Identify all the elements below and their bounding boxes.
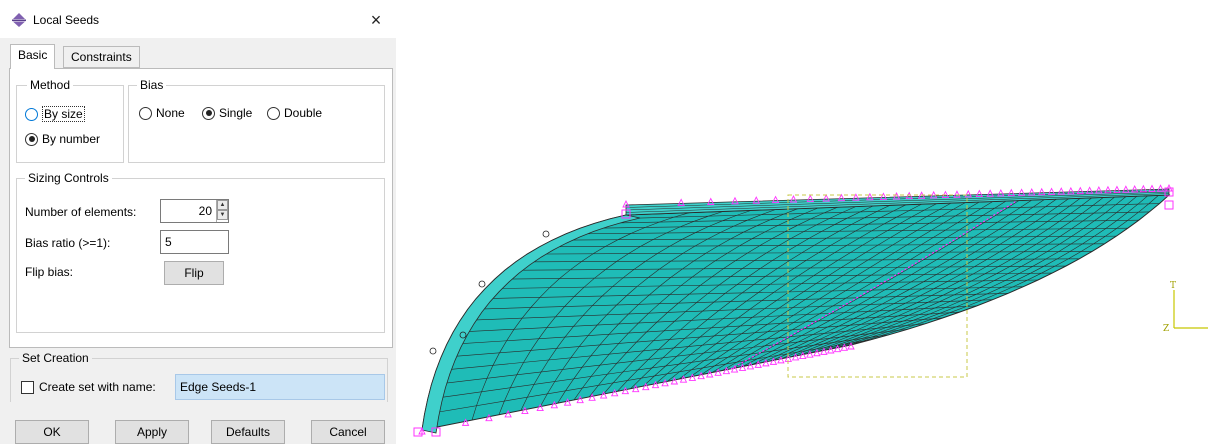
spin-up-icon[interactable]: ▲ <box>217 200 228 210</box>
radio-label: By number <box>42 132 101 146</box>
radio-circle <box>25 107 38 121</box>
sizing-controls-group: Sizing Controls Number of elements: 20 ▲… <box>16 171 385 333</box>
num-elements-spinner[interactable]: ▲ ▼ <box>216 200 228 222</box>
radio-by-size[interactable]: By size <box>25 106 85 122</box>
radio-label: Double <box>284 106 323 120</box>
method-group: Method By size By number <box>16 78 124 163</box>
seed-circle <box>542 230 550 238</box>
sizing-legend: Sizing Controls <box>25 171 112 185</box>
close-icon[interactable]: × <box>362 9 390 31</box>
cancel-button[interactable]: Cancel <box>311 420 385 444</box>
view-triad: T Z <box>1163 281 1208 334</box>
triad-label-horizontal: Z <box>1163 324 1169 334</box>
triad-label-vertical: T <box>1170 281 1176 291</box>
radio-bias-single[interactable]: Single <box>202 106 252 120</box>
create-set-label: Create set with name: <box>39 380 156 394</box>
bias-legend: Bias <box>137 78 167 92</box>
radio-label: By size <box>42 106 85 122</box>
basic-tab-panel: Method By size By number Bias None Singl… <box>9 68 393 348</box>
seed-end-square <box>1164 200 1174 210</box>
ok-button[interactable]: OK <box>15 420 89 444</box>
tab-constraints[interactable]: Constraints <box>63 46 140 68</box>
mesh-outer-surface <box>421 194 1171 431</box>
num-elements-label: Number of elements: <box>25 205 137 219</box>
radio-circle <box>25 132 38 146</box>
window-title: Local Seeds <box>33 13 100 27</box>
set-creation-legend: Set Creation <box>19 351 92 365</box>
seed-circle <box>478 280 486 288</box>
title-bar[interactable]: Local Seeds × <box>0 0 396 38</box>
flip-bias-label: Flip bias: <box>25 265 74 279</box>
method-legend: Method <box>27 78 74 92</box>
mesh-model: T Z <box>413 183 1208 437</box>
apply-button[interactable]: Apply <box>115 420 189 444</box>
radio-circle <box>139 106 152 120</box>
create-set-checkbox[interactable] <box>21 381 34 394</box>
seed-circle <box>429 347 437 355</box>
shell-surface <box>421 194 1171 431</box>
local-seeds-dialog: Local Seeds × Basic Constraints Method B… <box>0 0 396 444</box>
radio-circle <box>202 106 215 120</box>
radio-label: None <box>156 106 185 120</box>
abaqus-seed-icon <box>12 13 26 27</box>
bias-ratio-input[interactable]: 5 <box>160 230 229 254</box>
seed-end-square <box>413 427 423 437</box>
bias-group: Bias None Single Double <box>128 78 385 163</box>
radio-label: Single <box>219 106 253 120</box>
set-creation-group: Set Creation Create set with name: Edge … <box>10 351 388 402</box>
bias-ratio-label: Bias ratio (>=1): <box>25 236 111 250</box>
set-name-input[interactable]: Edge Seeds-1 <box>175 374 385 400</box>
radio-by-number[interactable]: By number <box>25 132 100 146</box>
viewport[interactable]: T Z <box>396 0 1209 444</box>
tab-basic[interactable]: Basic <box>10 44 56 69</box>
spin-down-icon[interactable]: ▼ <box>217 210 228 220</box>
radio-bias-none[interactable]: None <box>139 106 185 120</box>
defaults-button[interactable]: Defaults <box>211 420 285 444</box>
flip-button[interactable]: Flip <box>164 261 224 285</box>
radio-bias-double[interactable]: Double <box>267 106 322 120</box>
radio-circle <box>267 106 280 120</box>
